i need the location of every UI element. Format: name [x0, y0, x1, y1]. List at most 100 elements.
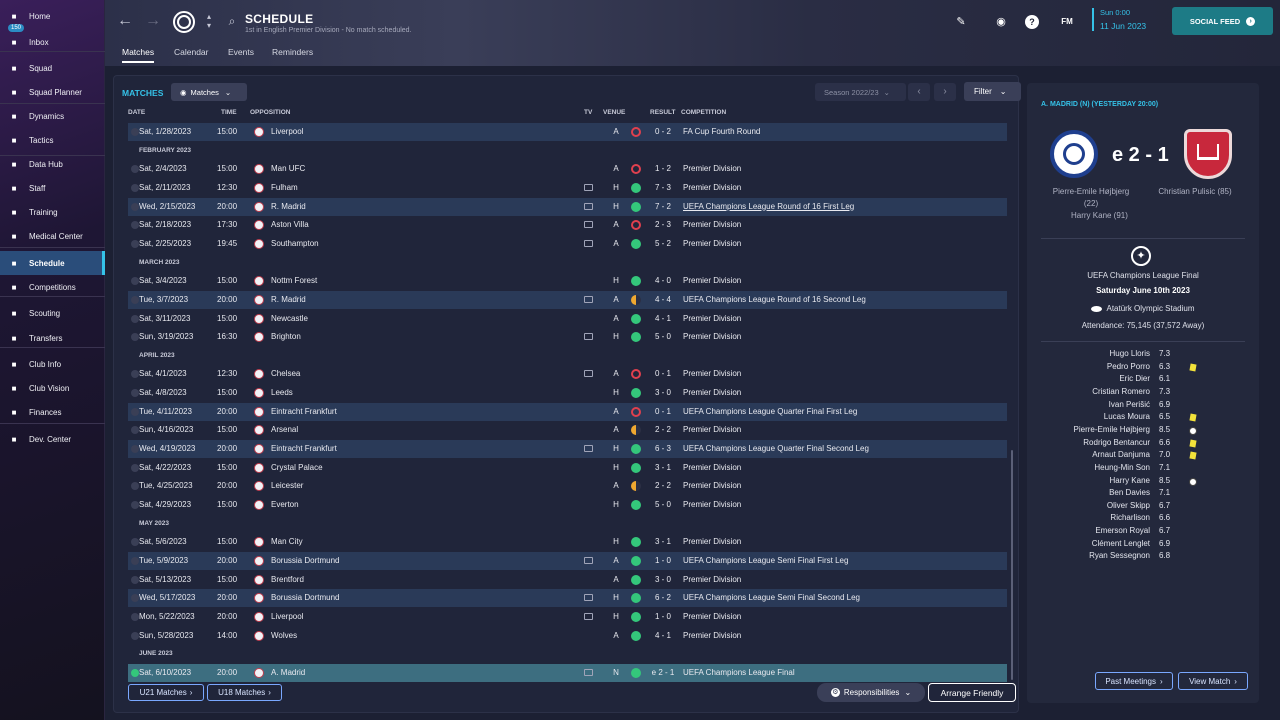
player-name[interactable]: Emerson Royal: [1000, 526, 1150, 535]
opposition-name[interactable]: Brentford: [271, 575, 304, 584]
view-match-button[interactable]: View Match ›: [1178, 672, 1248, 690]
player-name[interactable]: Hugo Lloris: [1000, 349, 1150, 358]
opposition-name[interactable]: Liverpool: [271, 127, 303, 136]
player-name[interactable]: Ryan Sessegnon: [1000, 551, 1150, 560]
player-name[interactable]: Clément Lenglet: [1000, 539, 1150, 548]
player-name[interactable]: Arnaut Danjuma: [1000, 450, 1150, 459]
competition-name[interactable]: UEFA Champions League Round of 16 First …: [683, 202, 854, 211]
competition-name[interactable]: Premier Division: [683, 239, 741, 248]
competition-name[interactable]: Premier Division: [683, 425, 741, 434]
competition-name[interactable]: UEFA Champions League Final: [683, 668, 795, 677]
competition-name[interactable]: UEFA Champions League Round of 16 Second…: [683, 295, 866, 304]
club-crest-icon[interactable]: [173, 11, 195, 33]
opposition-name[interactable]: Borussia Dortmund: [271, 556, 339, 565]
opposition-name[interactable]: Borussia Dortmund: [271, 593, 339, 602]
opposition-name[interactable]: Eintracht Frankfurt: [271, 407, 337, 416]
opposition-name[interactable]: Leicester: [271, 481, 303, 490]
competition-name[interactable]: Premier Division: [683, 314, 741, 323]
player-name[interactable]: Pierre-Emile Højbjerg: [1000, 425, 1150, 434]
competition-name[interactable]: Premier Division: [683, 164, 741, 173]
table-row[interactable]: Tue, 4/25/2023 20:00 Leicester A 2 - 2 Premie…: [128, 477, 1007, 495]
competition-name[interactable]: Premier Division: [683, 500, 741, 509]
sidebar-item-tactics[interactable]: ■ Tactics: [0, 128, 105, 152]
sidebar-item-staff[interactable]: ■ Staff: [0, 176, 105, 200]
sidebar-item-inbox[interactable]: ■ 150 Inbox: [0, 24, 105, 54]
table-row[interactable]: Sat, 5/13/2023 15:00 Brentford A 3 - 0 Premie…: [128, 571, 1007, 589]
table-row[interactable]: Sat, 2/25/2023 19:45 Southampton A 5 - 2 Prem…: [128, 235, 1007, 253]
sidebar-item-finances[interactable]: ■ Finances: [0, 400, 105, 424]
player-name[interactable]: Pedro Porro: [1000, 362, 1150, 371]
player-name[interactable]: Richarlison: [1000, 513, 1150, 522]
filter-button[interactable]: Filter ⌄: [964, 82, 1021, 101]
sidebar-item-club-info[interactable]: ■ Club Info: [0, 352, 105, 376]
table-row[interactable]: Sun, 5/28/2023 14:00 Wolves A 4 - 1 Premier D…: [128, 627, 1007, 645]
ball-icon[interactable]: ◉: [994, 15, 1008, 29]
table-row[interactable]: Sat, 2/11/2023 12:30 Fulham H 7 - 3 Premier D…: [128, 179, 1007, 197]
opposition-name[interactable]: Chelsea: [271, 369, 300, 378]
sidebar-item-squad-planner[interactable]: ■ Squad Planner: [0, 80, 105, 104]
opposition-name[interactable]: Man UFC: [271, 164, 305, 173]
competition-name[interactable]: UEFA Champions League Quarter Final Firs…: [683, 407, 857, 416]
table-row[interactable]: Tue, 4/11/2023 20:00 Eintracht Frankfurt A 0…: [128, 402, 1007, 421]
opposition-name[interactable]: Newcastle: [271, 314, 308, 323]
player-name[interactable]: Harry Kane: [1000, 476, 1150, 485]
search-icon[interactable]: ⌕: [223, 12, 241, 30]
player-name[interactable]: Oliver Skipp: [1000, 501, 1150, 510]
table-row[interactable]: Sat, 5/6/2023 15:00 Man City H 3 - 1 Premier …: [128, 533, 1007, 551]
next-page-button[interactable]: ›: [934, 83, 956, 101]
u18-matches-button[interactable]: U18 Matches ›: [207, 684, 282, 701]
prev-page-button[interactable]: ‹: [908, 83, 930, 101]
opposition-name[interactable]: Southampton: [271, 239, 319, 248]
table-row[interactable]: Tue, 3/7/2023 20:00 R. Madrid A 4 - 4 UEFA Ch…: [128, 290, 1007, 309]
player-name[interactable]: Rodrigo Bentancur: [1000, 438, 1150, 447]
tab-events[interactable]: Events: [228, 47, 254, 61]
opposition-name[interactable]: Nottm Forest: [271, 276, 317, 285]
sidebar-item-transfers[interactable]: ■ Transfers: [0, 326, 105, 350]
sidebar-item-schedule[interactable]: ■ Schedule: [0, 251, 105, 275]
table-row[interactable]: Mon, 5/22/2023 20:00 Liverpool H 1 - 0 Premie…: [128, 608, 1007, 626]
u21-matches-button[interactable]: U21 Matches ›: [128, 684, 204, 701]
opposition-name[interactable]: Aston Villa: [271, 220, 309, 229]
sidebar-item-training[interactable]: ■ Training: [0, 200, 105, 224]
tab-matches[interactable]: Matches: [122, 47, 155, 63]
player-name[interactable]: Ben Davies: [1000, 488, 1150, 497]
edit-icon[interactable]: ✎: [954, 15, 968, 29]
back-button[interactable]: ←: [116, 12, 134, 30]
player-name[interactable]: Lucas Moura: [1000, 412, 1150, 421]
col-header-date[interactable]: DATE: [128, 109, 145, 116]
tab-calendar[interactable]: Calendar: [174, 47, 209, 61]
player-name[interactable]: Heung-Min Son: [1000, 463, 1150, 472]
competition-name[interactable]: Premier Division: [683, 537, 741, 546]
table-row[interactable]: Wed, 4/19/2023 20:00 Eintracht Frankfurt H 6…: [128, 440, 1007, 459]
opposition-name[interactable]: R. Madrid: [271, 202, 306, 211]
sidebar-item-club-vision[interactable]: ■ Club Vision: [0, 376, 105, 400]
opposition-name[interactable]: Fulham: [271, 183, 298, 192]
table-row[interactable]: Wed, 5/17/2023 20:00 Borussia Dortmund H 6 -…: [128, 589, 1007, 608]
col-header-tv[interactable]: TV: [584, 109, 592, 116]
table-row[interactable]: Sat, 6/10/2023 20:00 A. Madrid Ne 2 - 1 UEFA…: [128, 663, 1007, 682]
past-meetings-button[interactable]: Past Meetings ›: [1095, 672, 1173, 690]
competition-name[interactable]: Premier Division: [683, 220, 741, 229]
opposition-name[interactable]: Everton: [271, 500, 299, 509]
table-row[interactable]: Tue, 5/9/2023 20:00 Borussia Dortmund A 1 - …: [128, 551, 1007, 570]
competition-name[interactable]: Premier Division: [683, 388, 741, 397]
matches-view-dropdown[interactable]: ◉ Matches ⌄: [171, 83, 247, 101]
table-row[interactable]: Sat, 3/4/2023 15:00 Nottm Forest H 4 - 0 Prem…: [128, 272, 1007, 290]
help-icon[interactable]: ?: [1025, 15, 1039, 29]
season-dropdown[interactable]: Season 2022/23 ⌄: [815, 83, 906, 101]
sidebar-item-medical-center[interactable]: ■ Medical Center: [0, 224, 105, 248]
opposition-name[interactable]: Arsenal: [271, 425, 298, 434]
table-row[interactable]: Wed, 2/15/2023 20:00 R. Madrid H 7 - 2 UEFA C…: [128, 197, 1007, 216]
game-date[interactable]: Sun 0:00 11 Jun 2023: [1092, 8, 1146, 31]
sidebar-item-scouting[interactable]: ■ Scouting: [0, 301, 105, 325]
table-row[interactable]: Sat, 3/11/2023 15:00 Newcastle A 4 - 1 Premie…: [128, 310, 1007, 328]
social-feed-button[interactable]: SOCIAL FEED ›: [1172, 7, 1273, 35]
competition-name[interactable]: UEFA Champions League Semi Final First L…: [683, 556, 848, 565]
fm-menu-button[interactable]: FM: [1057, 15, 1077, 29]
opposition-name[interactable]: Wolves: [271, 631, 297, 640]
table-row[interactable]: Sat, 4/1/2023 12:30 Chelsea A 0 - 1 Premier D…: [128, 365, 1007, 383]
table-row[interactable]: Sat, 4/8/2023 15:00 Leeds H 3 - 0 Premier Div…: [128, 384, 1007, 402]
scrollbar[interactable]: [1011, 450, 1013, 680]
match-detail-header[interactable]: A. MADRID (N) (YESTERDAY 20:00): [1041, 101, 1158, 108]
opposition-name[interactable]: Liverpool: [271, 612, 303, 621]
